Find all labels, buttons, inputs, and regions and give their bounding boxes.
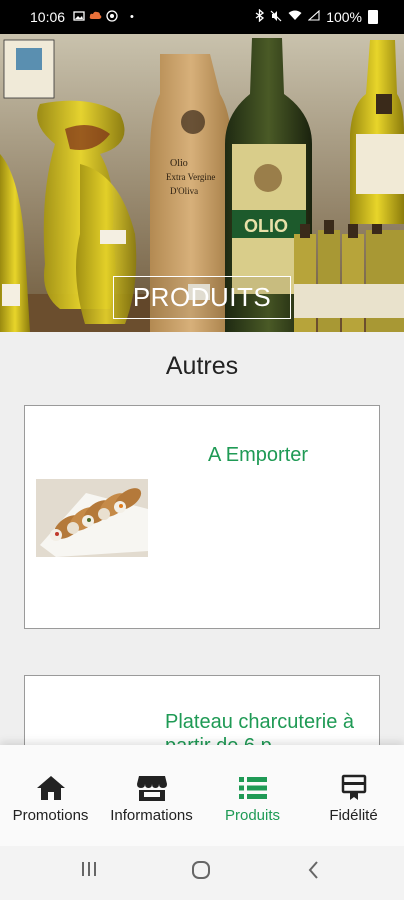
battery-percent: 100% [326,9,362,25]
bottle-label-olio: OLIO [244,216,288,236]
section-title: Autres [165,352,239,380]
gallery-icon [73,10,85,25]
bottom-nav: Promotions Informations Produits Fidélit… [0,745,404,846]
list-icon [238,773,268,803]
status-bar: 10:06 • 100% [0,0,404,34]
status-right-icons: 100% [255,0,378,34]
mute-icon [270,10,282,25]
system-nav-bar [0,846,404,900]
bottle-label-2: Extra Vergine [166,172,215,182]
back-icon[interactable] [306,860,322,885]
card-title: A Emporter [208,444,309,466]
nav-label: Promotions [12,807,89,824]
cloud-icon [89,10,102,24]
signal-icon [307,9,320,24]
nav-item-promotions[interactable]: Promotions [0,745,101,846]
bottle-label-1: Olio [170,158,188,169]
hero-banner[interactable]: Olio Extra Vergine D'Oliva OLIO PRODUITS [0,34,404,332]
status-time: 10:06 [30,9,66,25]
bluetooth-icon [255,8,265,25]
status-left-icons: • [73,9,134,25]
card-icon [341,773,367,803]
home-circle-icon[interactable] [191,860,211,885]
nav-item-fidelite[interactable]: Fidélité [303,745,404,846]
recent-apps-icon[interactable] [80,860,98,883]
bottle-label-3: D'Oliva [170,186,198,196]
wifi-icon [288,10,302,24]
nav-item-informations[interactable]: Informations [101,745,202,846]
home-icon [36,773,66,803]
nav-label: Fidélité [329,807,378,824]
hero-label: PRODUITS [113,276,291,319]
whatsapp-icon [106,9,118,25]
cannoli-photo [36,479,148,557]
category-card[interactable]: A Emporter [24,405,380,629]
nav-label: Produits [224,807,281,824]
battery-icon [368,10,378,24]
nav-item-produits[interactable]: Produits [202,745,303,846]
nav-label: Informations [110,807,193,824]
store-icon [136,773,168,803]
notification-dot-icon: • [130,11,134,23]
